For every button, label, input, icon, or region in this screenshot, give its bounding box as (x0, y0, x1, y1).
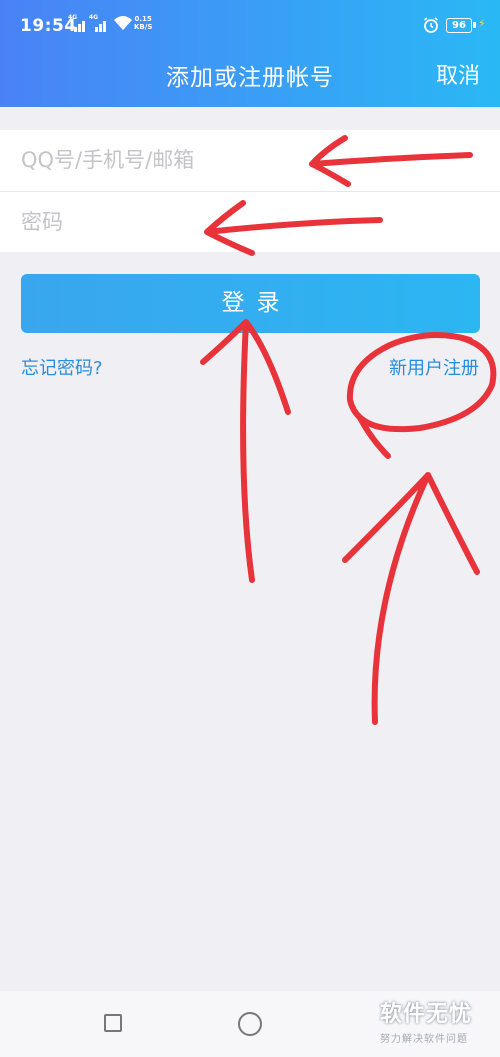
arrow-to-register-link (342, 472, 480, 725)
home-icon[interactable] (238, 1012, 262, 1036)
wifi-icon (114, 16, 132, 30)
password-input[interactable] (0, 192, 500, 252)
signal-icon: 4G (68, 14, 86, 32)
speed-unit: KB/S (134, 23, 153, 31)
app-header: 19:54 4G 4G 0.15 KB/S 96 ⚡ 添加或注册帐号 取消 (0, 0, 500, 107)
login-form (0, 130, 500, 252)
battery-tip (473, 22, 476, 28)
account-input[interactable] (0, 130, 500, 190)
alarm-icon (424, 17, 438, 33)
new-user-register-link[interactable]: 新用户注册 (389, 354, 479, 380)
network-speed: 0.15 KB/S (134, 15, 152, 31)
cancel-button[interactable]: 取消 (436, 58, 480, 90)
watermark-main-text: 软件无忧 (380, 1002, 473, 1027)
watermark-sub-text: 努力解决软件问题 (380, 1034, 468, 1045)
watermark-logo: 软件无忧 努力解决软件问题 (380, 996, 495, 1045)
recent-apps-icon[interactable] (104, 1014, 122, 1032)
status-bar: 19:54 4G 4G 0.15 KB/S 96 ⚡ (0, 0, 500, 50)
speed-value: 0.15 (134, 15, 152, 23)
login-button[interactable]: 登录 (21, 274, 480, 333)
battery-icon: 96 (446, 18, 472, 33)
charging-icon: ⚡ (478, 17, 486, 30)
signal-icon: 4G (89, 14, 107, 32)
forgot-password-link[interactable]: 忘记密码? (21, 354, 103, 380)
page-title: 添加或注册帐号 (166, 65, 334, 91)
arrow-to-login-button (200, 319, 291, 583)
